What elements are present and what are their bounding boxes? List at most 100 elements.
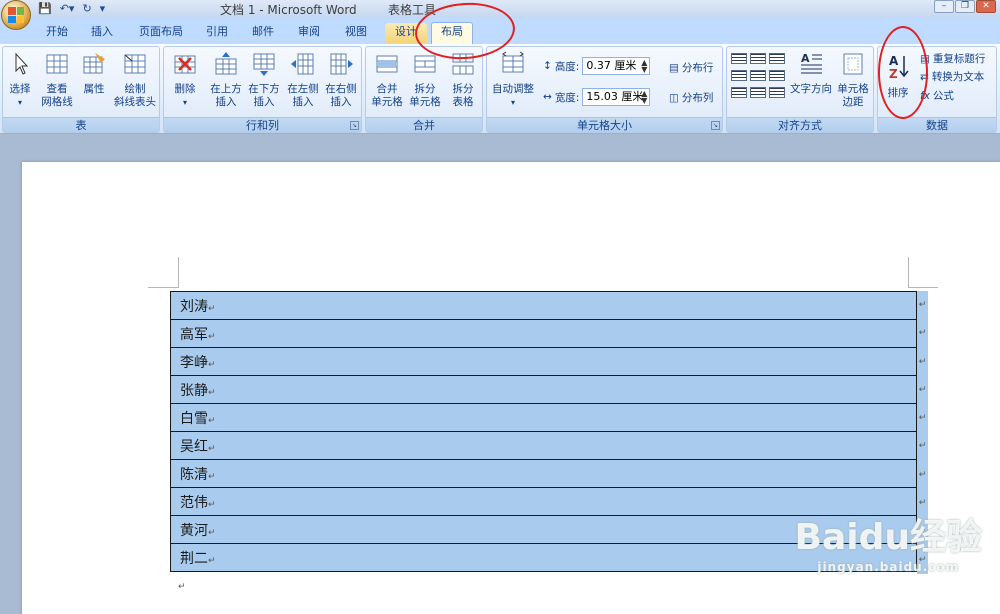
height-spinner[interactable]: 0.37 厘米 ▲ ▼ [582,57,651,75]
align-middle-left-icon[interactable] [731,70,747,81]
cell-text: 李峥 [180,354,208,371]
insert-column-left-icon [291,53,314,75]
distribute-rows-icon: ▤ [669,61,679,74]
tab-home[interactable]: 开始 [38,23,76,43]
draw-diagonal-header-label: 绘制 斜线表头 [114,83,156,108]
table-row[interactable]: 刘涛↵ [170,291,917,320]
align-top-center-icon[interactable] [750,53,766,64]
spinner-arrows-icon[interactable]: ▲ ▼ [641,59,647,74]
table-cell[interactable]: 张静↵ [170,375,917,404]
table-row[interactable]: 张静↵ [170,375,917,404]
row-end-mark-icon: ↵ [918,413,927,424]
cell-margins-label: 单元格 边距 [837,83,869,108]
repeat-header-label: 重复标题行 [932,53,986,65]
customize-qat-icon[interactable]: ▾ [100,2,106,15]
distribute-cols-icon: ◫ [669,91,679,104]
insert-row-above-icon [215,52,237,75]
group-data-label: 数据 [878,117,996,132]
insert-above-label: 在上方 插入 [210,83,242,108]
repeat-header-button[interactable]: ▤ 重复标题行 [920,51,985,66]
table-cell[interactable]: 陈清↵ [170,459,917,488]
table-row[interactable]: 陈清↵ [170,459,917,488]
undo-icon[interactable]: ↶▾ [60,2,75,15]
ribbon: 选择 ▾ 查看 网格线 属性 绘制 斜线表头 表 删除 ▾ 在上方 插入 在下方… [0,44,1000,134]
table-row[interactable]: 高军↵ [170,319,917,348]
insert-column-right-icon [330,53,353,75]
align-top-right-icon[interactable] [769,53,785,64]
align-bottom-left-icon[interactable] [731,87,747,98]
cell-end-mark-icon: ↵ [208,499,216,510]
office-button[interactable] [1,0,31,30]
merge-cells-button[interactable]: 合并 单元格 [368,51,406,109]
redo-icon[interactable]: ↻ [82,2,91,15]
cell-end-mark-icon: ↵ [208,555,216,566]
text-direction-icon: A [801,52,822,74]
tab-references[interactable]: 引用 [198,23,236,43]
tab-insert[interactable]: 插入 [82,23,122,43]
tab-mailings[interactable]: 邮件 [244,23,282,43]
align-bottom-center-icon[interactable] [750,87,766,98]
cell-end-mark-icon: ↵ [208,415,216,426]
align-middle-center-icon[interactable] [750,70,766,81]
table-row[interactable]: 吴红↵ [170,431,917,460]
view-gridlines-button[interactable]: 查看 网格线 [37,51,77,109]
distribute-rows-button[interactable]: ▤ 分布行 [669,60,713,75]
tab-review[interactable]: 审阅 [290,23,328,43]
table-cell[interactable]: 白雪↵ [170,403,917,432]
restore-button[interactable]: ❐ [955,0,975,13]
tab-view[interactable]: 视图 [336,23,376,43]
group-alignment-label: 对齐方式 [727,117,873,132]
align-top-left-icon[interactable] [731,53,747,64]
auto-fit-label: 自动调整 [492,83,534,95]
insert-above-button[interactable]: 在上方 插入 [208,51,244,109]
dialog-launcher-icon[interactable]: ↘ [350,121,359,130]
minimize-button[interactable]: – [934,0,954,13]
delete-table-icon [174,55,196,74]
dialog-launcher-icon[interactable]: ↘ [711,121,720,130]
group-cell-size-label: 单元格大小 [487,117,722,132]
table-cell[interactable]: 吴红↵ [170,431,917,460]
cell-margins-button[interactable]: 单元格 边距 [833,51,873,109]
convert-to-text-button[interactable]: ⇄ 转换为文本 [920,69,984,84]
table-row[interactable]: 李峥↵ [170,347,917,376]
cell-text: 陈清 [180,466,208,483]
tab-page-layout[interactable]: 页面布局 [130,23,192,43]
width-row: ↔ 宽度: 15.03 厘米 ▲ ▼ [543,88,651,106]
align-middle-right-icon[interactable] [769,70,785,81]
margin-mark [178,257,179,287]
spinner-arrows-icon[interactable]: ▲ ▼ [641,90,647,105]
save-icon[interactable]: 💾 [38,2,52,15]
properties-button[interactable]: 属性 [77,51,111,96]
select-label: 选择 [9,83,31,95]
height-label: 高度: [554,60,580,73]
auto-fit-button[interactable]: 自动调整 ▾ [489,51,537,109]
table-cell[interactable]: 李峥↵ [170,347,917,376]
select-button[interactable]: 选择 ▾ [3,51,37,109]
distribute-cols-button[interactable]: ◫ 分布列 [669,90,713,105]
row-end-mark-icon: ↵ [918,328,927,339]
group-cell-size: 自动调整 ▾ ↕ 高度: 0.37 厘米 ▲ ▼ ↔ 宽度: 15.03 厘米 ▲ ▼ … [486,46,723,133]
cell-end-mark-icon: ↵ [208,527,216,538]
insert-left-label: 在左侧 插入 [287,83,319,108]
view-gridlines-label: 查看 网格线 [41,83,73,108]
margin-mark [908,287,938,288]
insert-right-button[interactable]: 在右侧 插入 [322,51,360,109]
table-cell[interactable]: 刘涛↵ [170,291,917,320]
text-direction-button[interactable]: A 文字方向 [789,51,833,96]
convert-to-text-label: 转换为文本 [931,71,985,83]
width-value: 15.03 厘米 [586,90,644,103]
insert-below-button[interactable]: 在下方 插入 [246,51,282,109]
split-cells-button[interactable]: 拆分 单元格 [406,51,444,109]
width-spinner[interactable]: 15.03 厘米 ▲ ▼ [582,88,651,106]
align-bottom-right-icon[interactable] [769,87,785,98]
insert-below-label: 在下方 插入 [248,83,280,108]
close-button[interactable]: ✕ [976,0,996,13]
draw-diagonal-header-button[interactable]: 绘制 斜线表头 [111,51,159,109]
cell-end-mark-icon: ↵ [208,331,216,342]
split-table-button[interactable]: 拆分 表格 [444,51,482,109]
table-row[interactable]: 白雪↵ [170,403,917,432]
table-cell[interactable]: 高军↵ [170,319,917,348]
insert-left-button[interactable]: 在左侧 插入 [284,51,322,109]
cell-text: 范伟 [180,494,208,511]
delete-button[interactable]: 删除 ▾ [166,51,204,109]
